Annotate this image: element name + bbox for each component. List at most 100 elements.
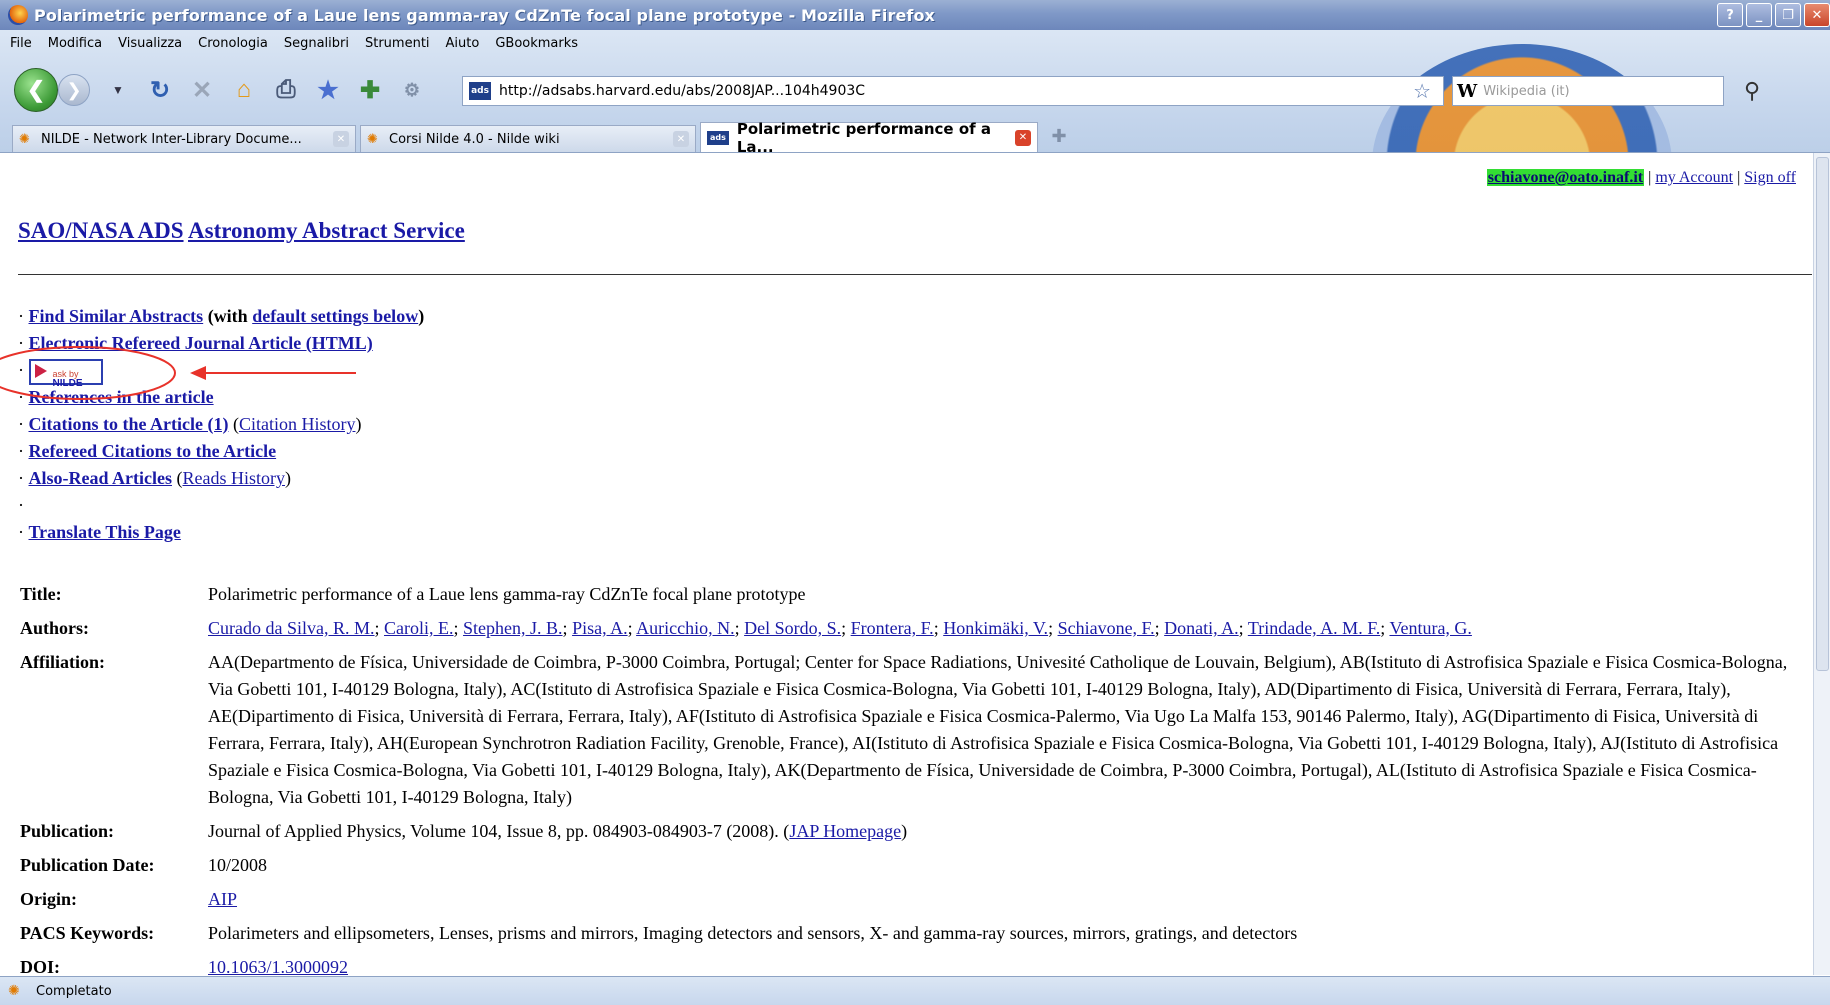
author-link[interactable]: Stephen, J. B. — [463, 618, 563, 638]
search-bar[interactable]: W Wikipedia (it) — [1452, 76, 1724, 106]
print-icon[interactable]: ⎙ — [272, 76, 300, 104]
close-tab-icon[interactable]: ✕ — [1015, 129, 1031, 146]
with-text: (with — [207, 306, 248, 326]
list-item: · Citations to the Article (1) (Citation… — [18, 414, 362, 434]
abstract-metadata-table: Title: Polarimetric performance of a Lau… — [20, 579, 1810, 986]
divider — [18, 274, 1812, 275]
author-link[interactable]: Del Sordo, S. — [744, 618, 841, 638]
search-go-icon[interactable]: ⚲ — [1744, 78, 1760, 104]
table-row: Origin: AIP — [20, 884, 1810, 918]
author-link[interactable]: Donati, A. — [1164, 618, 1239, 638]
user-email-link[interactable]: schiavone@oato.inaf.it — [1486, 169, 1645, 186]
bullet: · — [18, 441, 24, 461]
add-bookmark-icon[interactable]: ✚ — [356, 76, 384, 104]
citation-history-link[interactable]: Citation History — [239, 414, 356, 434]
forward-button[interactable]: ❯ — [58, 74, 90, 106]
author-link[interactable]: Ventura, G. — [1389, 618, 1471, 638]
table-row: Authors: Curado da Silva, R. M.; Caroli,… — [20, 613, 1810, 647]
badge-text-bottom: NILDE — [52, 377, 83, 389]
author-link[interactable]: Frontera, F. — [851, 618, 934, 638]
menu-strumenti[interactable]: Strumenti — [365, 36, 430, 51]
bullet: · — [18, 468, 24, 488]
origin-link[interactable]: AIP — [208, 889, 237, 909]
author-link[interactable]: Schiavone, F. — [1058, 618, 1155, 638]
jap-homepage-link[interactable]: JAP Homepage — [789, 821, 901, 841]
new-tab-icon[interactable]: ✚ — [1046, 123, 1072, 149]
origin-value: AIP — [208, 884, 1810, 918]
menu-visualizza[interactable]: Visualizza — [118, 36, 182, 51]
paren-text: ) — [418, 306, 425, 326]
tools-icon[interactable]: ⚙ — [398, 76, 426, 104]
doi-link[interactable]: 10.1063/1.3000092 — [208, 957, 348, 977]
bookmark-icon[interactable]: ★ — [314, 76, 342, 104]
page-content: schiavone@oato.inaf.it | my Account | Si… — [0, 153, 1812, 977]
page-title: SAO/NASA ADS Astronomy Abstract Service — [18, 218, 465, 244]
ask-by-nilde-button[interactable]: ask by NILDE — [28, 358, 103, 389]
sign-off-link[interactable]: Sign off — [1744, 169, 1796, 186]
authors-label: Authors: — [20, 618, 90, 638]
default-settings-link[interactable]: default settings below — [252, 306, 418, 326]
history-dropdown-icon[interactable]: ▼ — [104, 76, 132, 104]
table-row: Affiliation: AA(Departmento de Física, U… — [20, 647, 1810, 816]
close-tab-icon[interactable]: ✕ — [673, 131, 689, 147]
refereed-citations-link[interactable]: Refereed Citations to the Article — [29, 441, 277, 461]
author-link[interactable]: Honkimäki, V. — [943, 618, 1048, 638]
play-icon — [34, 363, 47, 378]
list-item: · Electronic Refereed Journal Article (H… — [18, 330, 424, 357]
reload-icon[interactable]: ↻ — [146, 76, 174, 104]
url-bar[interactable]: ads http://adsabs.harvard.edu/abs/2008JA… — [462, 76, 1444, 106]
scrollbar-thumb[interactable] — [1816, 157, 1829, 671]
stop-icon[interactable]: ✕ — [188, 76, 216, 104]
menu-file[interactable]: File — [10, 36, 32, 51]
reads-history-link[interactable]: Reads History — [182, 468, 285, 488]
author-link[interactable]: Auricchio, N. — [636, 618, 734, 638]
menu-cronologia[interactable]: Cronologia — [198, 36, 268, 51]
star-bookmark-icon[interactable]: ☆ — [1413, 79, 1431, 103]
translate-link[interactable]: Translate This Page — [29, 522, 181, 542]
menu-bar: File Modifica Visualizza Cronologia Segn… — [10, 36, 578, 51]
ads-favicon-icon: ads — [707, 130, 729, 145]
author-link[interactable]: Caroli, E. — [384, 618, 454, 638]
author-link[interactable]: Trindade, A. M. F. — [1248, 618, 1380, 638]
list-item: · Refereed Citations to the Article — [18, 438, 424, 465]
author-link[interactable]: Pisa, A. — [572, 618, 628, 638]
browser-chrome: File Modifica Visualizza Cronologia Segn… — [0, 30, 1830, 156]
help-window-button[interactable]: ? — [1717, 3, 1743, 27]
minimize-window-button[interactable]: _ — [1746, 3, 1772, 27]
vertical-scrollbar[interactable] — [1813, 153, 1830, 975]
restore-window-button[interactable]: ❐ — [1775, 3, 1801, 27]
tab-label: Polarimetric performance of a La... — [736, 119, 992, 156]
tab-nilde[interactable]: ✺ NILDE - Network Inter-Library Docume..… — [12, 125, 356, 152]
astronomy-service-link[interactable]: Astronomy Abstract Service — [188, 218, 465, 243]
tab-polarimetric[interactable]: ads Polarimetric performance of a La... … — [700, 120, 1038, 156]
menu-aiuto[interactable]: Aiuto — [446, 36, 480, 51]
search-input[interactable]: Wikipedia (it) — [1483, 84, 1569, 99]
home-icon[interactable]: ⌂ — [230, 76, 258, 104]
menu-segnalibri[interactable]: Segnalibri — [284, 36, 349, 51]
nilde-favicon-icon: ✺ — [367, 131, 378, 147]
publication-text: Journal of Applied Physics, Volume 104, … — [208, 821, 790, 841]
publication-label: Publication: — [20, 821, 115, 841]
back-button[interactable]: ❮ — [14, 68, 58, 112]
close-tab-icon[interactable]: ✕ — [333, 131, 349, 147]
author-link[interactable]: Curado da Silva, R. M. — [208, 618, 375, 638]
electronic-article-link[interactable]: Electronic Refereed Journal Article (HTM… — [29, 333, 373, 353]
pubdate-value: 10/2008 — [208, 855, 268, 875]
status-icon: ✺ — [8, 983, 20, 999]
my-account-link[interactable]: my Account — [1655, 169, 1733, 186]
bullet: · — [18, 387, 24, 407]
window-title: Polarimetric performance of a Laue lens … — [34, 5, 935, 25]
search-engine-icon[interactable]: W — [1457, 81, 1477, 102]
ads-home-link[interactable]: SAO/NASA ADS — [18, 218, 184, 243]
citations-link[interactable]: Citations to the Article (1) — [29, 414, 229, 434]
tab-corsi-nilde[interactable]: ✺ Corsi Nilde 4.0 - Nilde wiki ✕ — [360, 125, 696, 152]
find-similar-link[interactable]: Find Similar Abstracts — [29, 306, 204, 326]
close-window-button[interactable]: ✕ — [1804, 3, 1830, 27]
url-text[interactable]: http://adsabs.harvard.edu/abs/2008JAP...… — [499, 83, 865, 99]
publication-value: Journal of Applied Physics, Volume 104, … — [208, 816, 1810, 850]
menu-gbookmarks[interactable]: GBookmarks — [495, 36, 578, 51]
also-read-link[interactable]: Also-Read Articles — [29, 468, 172, 488]
pacs-value: Polarimeters and ellipsometers, Lenses, … — [208, 923, 1298, 943]
menu-modifica[interactable]: Modifica — [48, 36, 102, 51]
table-row: Publication Date: 10/2008 — [20, 850, 1810, 884]
